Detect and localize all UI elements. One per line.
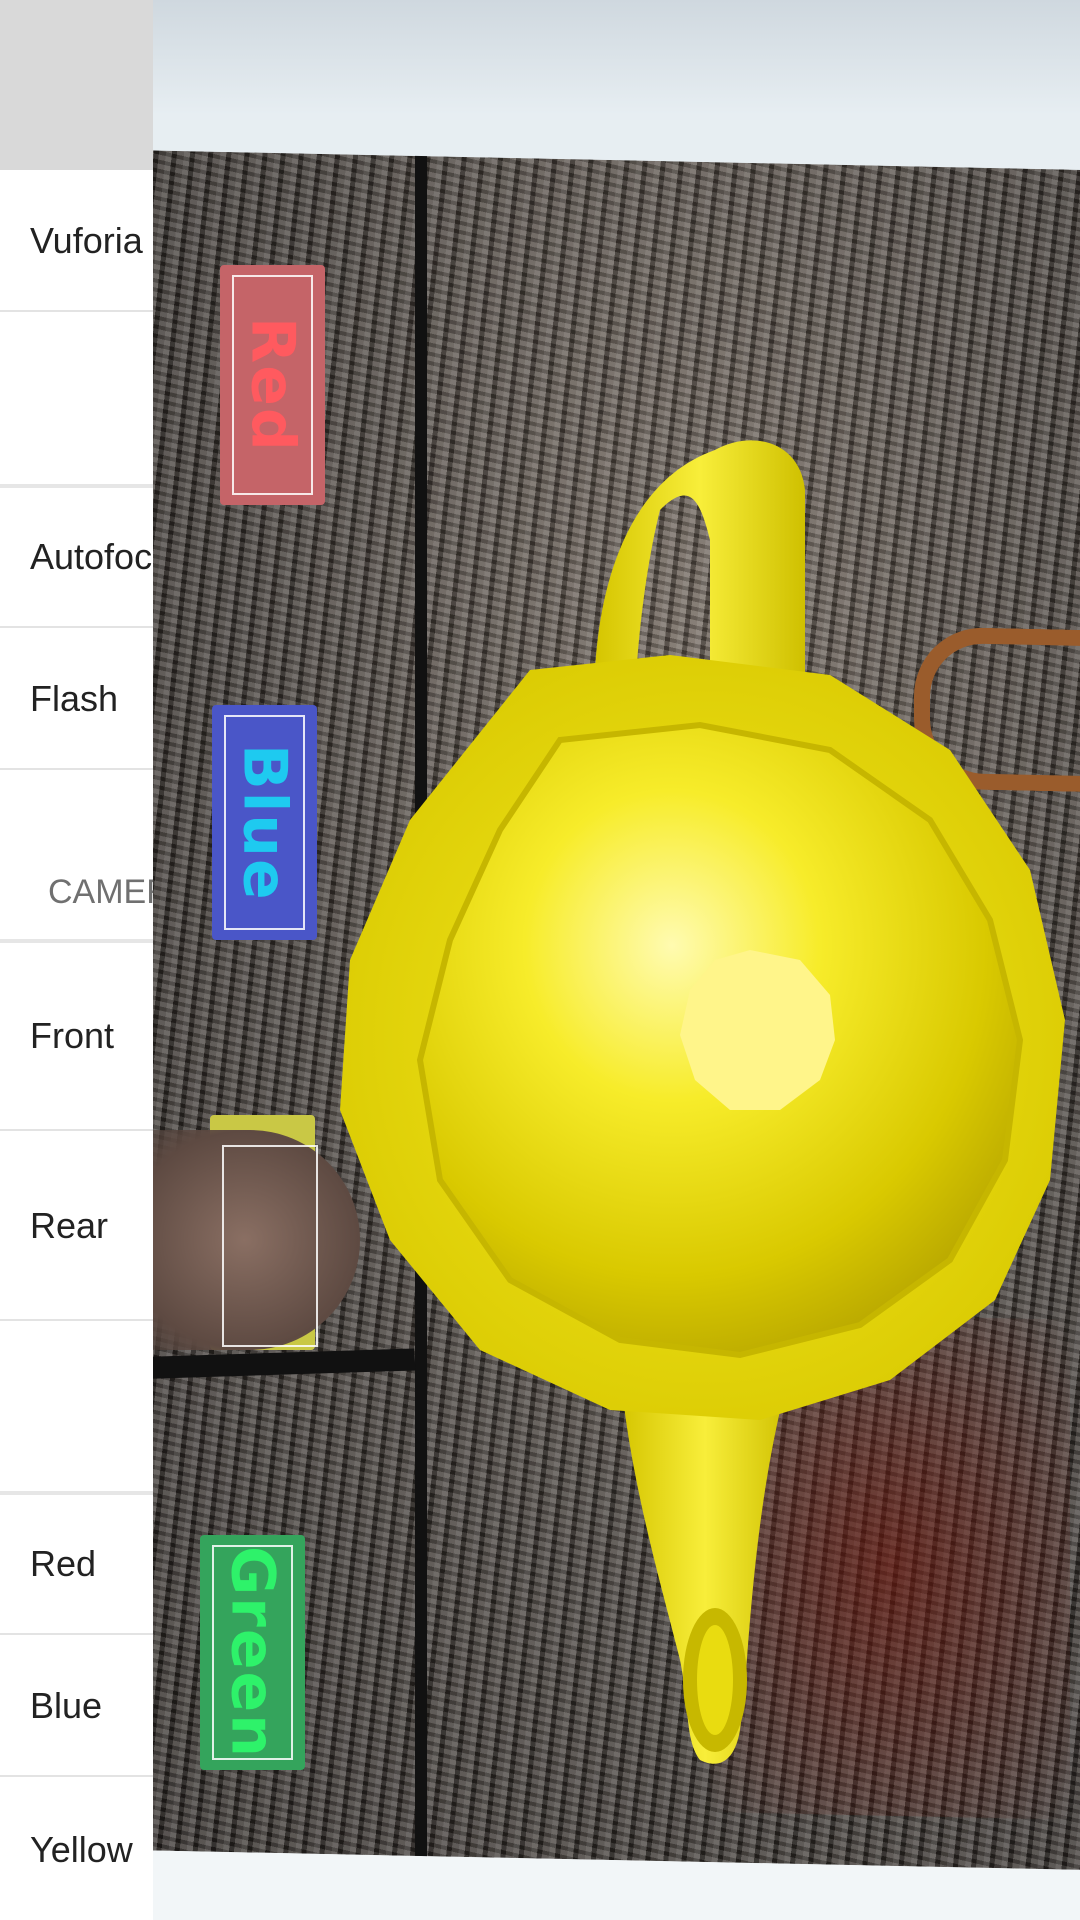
menu-item-label: Vuforia S [30,220,153,261]
detection-outline [212,1545,293,1760]
menu-item-rear[interactable]: Rear [0,1133,153,1321]
menu-item-label: Flash [30,678,119,719]
side-menu-drawer: Vuforia S Autofoc Flash CAMER Front Rear… [0,0,153,1920]
detection-outline [222,1145,318,1347]
menu-item-front[interactable]: Front [0,943,153,1131]
menu-item-vuforia[interactable]: Vuforia S [0,172,153,312]
menu-item-label: Autofoc [30,536,153,577]
section-header-camera: CAMER [48,873,153,911]
menu-header [0,0,153,170]
menu-item-red[interactable]: Red [0,1495,153,1635]
menu-spacer [0,312,153,482]
detection-outline [232,275,313,495]
menu-item-label: Front [30,1015,115,1056]
marker-red: Red [220,265,325,505]
menu-item-label: Red [30,1543,97,1584]
marker-green: Green [200,1535,305,1770]
menu-item-autofocus[interactable]: Autofoc [0,488,153,628]
teapot-model [340,440,1065,1764]
menu-item-label: Yellow [30,1828,133,1870]
ar-camera-view[interactable]: Red Blue y Green [0,0,1080,1920]
menu-item-label: Rear [30,1205,109,1246]
menu-item-yellow[interactable]: Yellow [0,1779,153,1920]
menu-item-flash[interactable]: Flash [0,630,153,770]
marker-blue: Blue [212,705,317,940]
menu-item-label: Blue [30,1685,103,1726]
menu-item-blue[interactable]: Blue [0,1637,153,1777]
detection-outline [224,715,305,930]
